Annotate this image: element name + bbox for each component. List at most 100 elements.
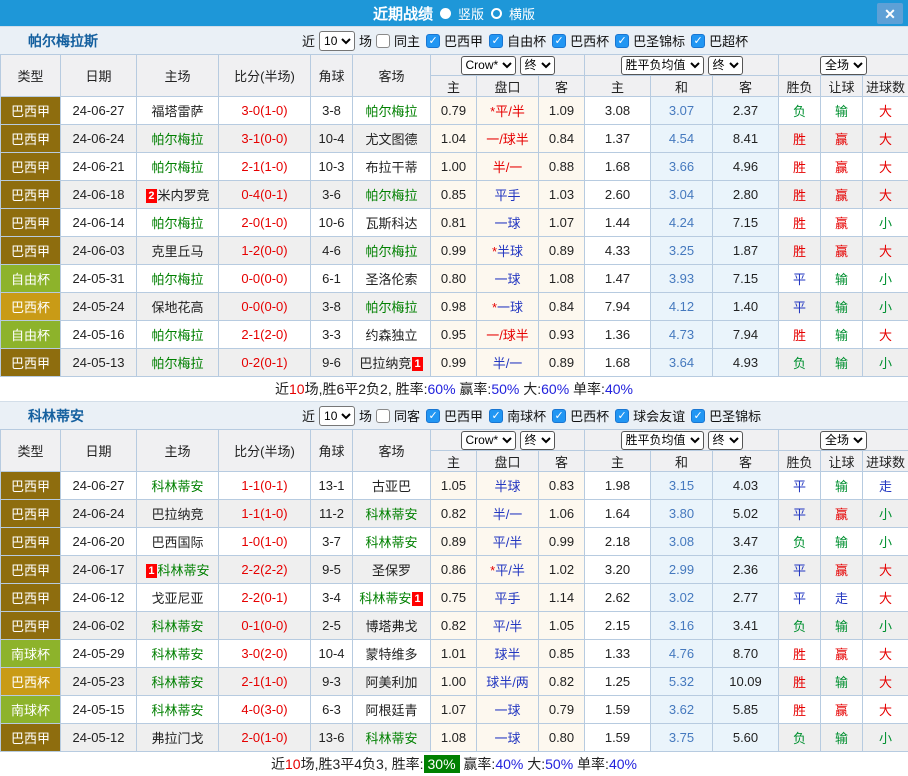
result-cell: 平 xyxy=(779,265,821,293)
league-type-cell: 巴西甲 xyxy=(1,612,61,640)
league-checkbox[interactable]: ✓ xyxy=(615,34,629,48)
home-team-cell: 戈亚尼亚 xyxy=(137,584,219,612)
col-avg-home: 主 xyxy=(585,76,651,97)
league-checkbox[interactable]: ✓ xyxy=(426,34,440,48)
team-label: 尤文图德 xyxy=(365,132,417,147)
handicap-result-cell: 输 xyxy=(821,668,863,696)
team-header: 帕尔梅拉斯 近 10 场 同主 ✓巴西甲✓自由杯✓巴西杯✓巴圣锦标✓巴超杯 xyxy=(0,26,908,54)
home-team-cell: 保地花高 xyxy=(137,293,219,321)
home-team-cell: 帕尔梅拉 xyxy=(137,209,219,237)
odds-source-select[interactable]: Crow* xyxy=(461,56,516,75)
team-label: 科林蒂安 xyxy=(151,479,203,494)
goals-result-cell: 小 xyxy=(863,724,908,752)
league-filter-group: ✓巴西甲✓南球杯✓巴西杯✓球会友谊✓巴圣锦标 xyxy=(426,406,763,425)
result-cell: 胜 xyxy=(779,181,821,209)
handicap-result-cell: 赢 xyxy=(821,500,863,528)
away-team-cell: 帕尔梅拉 xyxy=(353,293,431,321)
league-checkbox[interactable]: ✓ xyxy=(615,409,629,423)
corners-cell: 3-8 xyxy=(311,293,353,321)
handicap-cell: 半/一 xyxy=(477,500,539,528)
league-checkbox[interactable]: ✓ xyxy=(691,34,705,48)
summary-segment: 60% xyxy=(428,381,456,397)
match-scope-select[interactable]: 全场 xyxy=(820,431,867,450)
home-odds-cell: 1.00 xyxy=(431,668,477,696)
avg-away-cell: 1.40 xyxy=(713,293,779,321)
avg-odds-select[interactable]: 胜平负均值 xyxy=(621,56,704,75)
col-handicap: 盘口 xyxy=(477,451,539,472)
handicap-result-cell: 赢 xyxy=(821,556,863,584)
avg-group-header: 胜平负均值终 xyxy=(585,55,779,76)
games-count-select[interactable]: 10 xyxy=(319,31,355,51)
avg-home-cell: 1.25 xyxy=(585,668,651,696)
league-checkbox[interactable]: ✓ xyxy=(691,409,705,423)
odds-source-select[interactable]: Crow* xyxy=(461,431,516,450)
match-row: 南球杯24-05-29科林蒂安3-0(2-0)10-4蒙特维多1.01球半0.8… xyxy=(1,640,908,668)
corners-cell: 10-4 xyxy=(311,125,353,153)
match-scope-select[interactable]: 全场 xyxy=(820,56,867,75)
handicap-cell: 球半/两 xyxy=(477,668,539,696)
away-odds-cell: 0.82 xyxy=(539,668,585,696)
team-label: 瓦斯科达 xyxy=(365,216,417,231)
corners-cell: 9-6 xyxy=(311,349,353,377)
corners-cell: 3-7 xyxy=(311,528,353,556)
league-checkbox-label: 南球杯 xyxy=(507,406,546,425)
games-count-select[interactable]: 10 xyxy=(319,406,355,426)
league-checkbox[interactable]: ✓ xyxy=(489,409,503,423)
team-label: 科林蒂安 xyxy=(151,675,203,690)
away-team-cell: 阿美利加 xyxy=(353,668,431,696)
col-let: 让球 xyxy=(821,76,863,97)
home-team-cell: 科林蒂安 xyxy=(137,696,219,724)
league-type-cell: 巴西甲 xyxy=(1,584,61,612)
avg-draw-cell: 4.12 xyxy=(651,293,713,321)
goals-result-cell: 大 xyxy=(863,237,908,265)
avg-away-cell: 2.77 xyxy=(713,584,779,612)
league-checkbox-label: 巴西杯 xyxy=(570,406,609,425)
team-label: 科林蒂安 xyxy=(365,507,417,522)
date-cell: 24-06-03 xyxy=(61,237,137,265)
team-label: 保地花高 xyxy=(151,300,203,315)
handicap-cell: *平/半 xyxy=(477,556,539,584)
avg-draw-cell: 3.80 xyxy=(651,500,713,528)
date-cell: 24-05-29 xyxy=(61,640,137,668)
result-cell: 胜 xyxy=(779,153,821,181)
goals-result-cell: 大 xyxy=(863,125,908,153)
same-away-checkbox[interactable] xyxy=(376,409,390,423)
corners-cell: 3-6 xyxy=(311,181,353,209)
away-odds-cell: 1.05 xyxy=(539,612,585,640)
goals-result-cell: 大 xyxy=(863,556,908,584)
league-checkbox-label: 自由杯 xyxy=(507,31,546,50)
home-odds-cell: 1.01 xyxy=(431,640,477,668)
handicap-cell: 一球 xyxy=(477,724,539,752)
corners-cell: 10-6 xyxy=(311,209,353,237)
league-checkbox[interactable]: ✓ xyxy=(489,34,503,48)
avg-home-cell: 1.36 xyxy=(585,321,651,349)
final-avg-select[interactable]: 终 xyxy=(708,431,743,450)
away-odds-cell: 1.03 xyxy=(539,181,585,209)
horizontal-layout-label[interactable]: 横版 xyxy=(509,4,535,23)
home-odds-cell: 0.81 xyxy=(431,209,477,237)
league-checkbox[interactable]: ✓ xyxy=(426,409,440,423)
match-row: 巴西甲24-06-02科林蒂安0-1(0-0)2-5博塔弗戈0.82平/半1.0… xyxy=(1,612,908,640)
vertical-layout-label[interactable]: 竖版 xyxy=(458,4,484,23)
league-checkbox[interactable]: ✓ xyxy=(552,34,566,48)
away-team-cell: 约森独立 xyxy=(353,321,431,349)
col-odds-home: 主 xyxy=(431,76,477,97)
away-team-cell: 圣保罗 xyxy=(353,556,431,584)
final-odds-select[interactable]: 终 xyxy=(520,431,555,450)
league-checkbox[interactable]: ✓ xyxy=(552,409,566,423)
close-button[interactable]: ✕ xyxy=(877,3,903,24)
final-avg-select[interactable]: 终 xyxy=(708,56,743,75)
col-away: 客场 xyxy=(353,430,431,472)
summary-segment: 单率: xyxy=(569,381,605,397)
avg-odds-select[interactable]: 胜平负均值 xyxy=(621,431,704,450)
final-odds-select[interactable]: 终 xyxy=(520,56,555,75)
same-home-checkbox[interactable] xyxy=(376,34,390,48)
date-cell: 24-06-24 xyxy=(61,125,137,153)
result-cell: 负 xyxy=(779,612,821,640)
summary-segment: 单率: xyxy=(573,756,609,772)
vertical-layout-radio[interactable] xyxy=(440,8,451,19)
summary-segment: 60% xyxy=(541,381,569,397)
home-odds-cell: 0.80 xyxy=(431,265,477,293)
horizontal-layout-radio[interactable] xyxy=(491,8,502,19)
avg-away-cell: 4.93 xyxy=(713,349,779,377)
